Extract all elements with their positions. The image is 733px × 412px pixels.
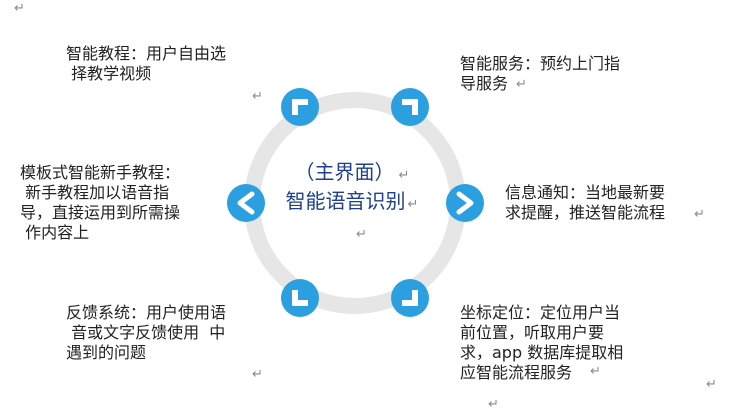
paragraph-mark: ↵ [516, 77, 527, 92]
node-label-template-tutorial: 模板式智能新手教程： 新手教程加以语音指 导，直接运用到所需操 作内容上 [20, 163, 181, 242]
paragraph-mark: ↵ [14, 1, 25, 16]
center-title: （主界面） ↵ [252, 160, 452, 184]
arrow-button-bottom-left[interactable] [281, 279, 319, 317]
arrow-button-top-right[interactable] [391, 88, 429, 126]
paragraph-mark: ↵ [356, 227, 367, 242]
paragraph-mark: ↵ [590, 364, 601, 379]
node-label-notification: 信息通知：当地最新要 求提醒，推送智能流程 [505, 183, 666, 222]
paragraph-mark: ↵ [398, 168, 410, 183]
node-label-smart-service: 智能服务：预约上门指 导服务 [460, 54, 621, 93]
center-subtitle-text: 智能语音识别 [285, 189, 406, 213]
paragraph-mark: ↵ [252, 367, 263, 382]
node-label-smart-tutorial: 智能教程：用户自由选 择教学视频 [66, 44, 227, 83]
paragraph-mark: ↵ [706, 377, 717, 392]
arrow-button-top-left[interactable] [281, 88, 319, 126]
arrow-button-bottom-right[interactable] [391, 279, 429, 317]
paragraph-mark: ↵ [407, 197, 419, 212]
paragraph-mark: ↵ [252, 89, 263, 104]
center-title-text: （主界面） [294, 160, 395, 184]
node-label-feedback: 反馈系统：用户使用语 音或文字反馈使用 中 遇到的问题 [66, 303, 227, 362]
paragraph-mark: ↵ [488, 397, 499, 412]
center-subtitle: 智能语音识别 ↵ [252, 189, 452, 213]
paragraph-mark: ↵ [694, 207, 705, 222]
